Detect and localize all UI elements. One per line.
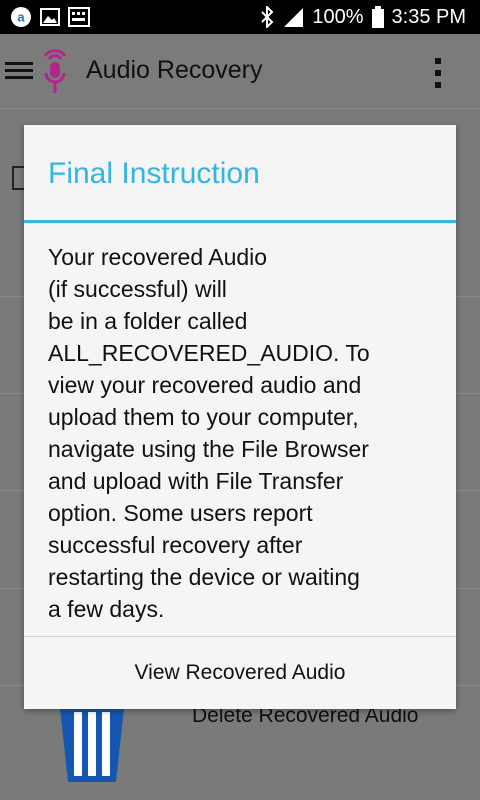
svg-text:a: a [17,10,25,25]
message-line: ALL_RECOVERED_AUDIO. To [48,340,370,366]
amazon-icon: a [10,6,32,28]
microphone-icon [40,48,70,96]
message-line: view your recovered audio and [48,372,362,398]
battery-percent: 100% [312,5,364,28]
message-line: restarting the device or waiting [48,564,360,590]
message-line: navigate using the File Browser [48,436,369,462]
dialog-title: Final Instruction [48,157,260,190]
image-icon [40,8,60,26]
message-line: successful recovery after [48,532,303,558]
view-recovered-audio-button[interactable]: View Recovered Audio [24,637,456,709]
menu-icon[interactable] [4,56,34,86]
keyboard-icon [68,7,90,27]
message-line: option. Some users report [48,500,313,526]
app-bar: Audio Recovery [0,34,480,108]
overflow-menu-icon[interactable] [430,56,446,90]
message-line: and upload with File Transfer [48,468,344,494]
message-line: upload them to your computer, [48,404,359,430]
final-instruction-dialog: Final Instruction Your recovered Audio (… [24,125,456,709]
trash-icon [54,708,130,782]
dialog-title-divider [24,220,456,223]
message-line: (if successful) will [48,276,227,302]
clock: 3:35 PM [391,5,466,28]
signal-icon [282,6,304,28]
message-line: a few days. [48,596,165,622]
message-line: Your recovered Audio [48,244,268,270]
status-bar: a 100% 3:35 PM [0,0,480,34]
app-title: Audio Recovery [86,56,263,84]
dialog-message: Your recovered Audio (if successful) wil… [48,241,438,625]
message-line: be in a folder called [48,308,248,334]
battery-icon [371,6,384,28]
bluetooth-icon [260,6,274,28]
